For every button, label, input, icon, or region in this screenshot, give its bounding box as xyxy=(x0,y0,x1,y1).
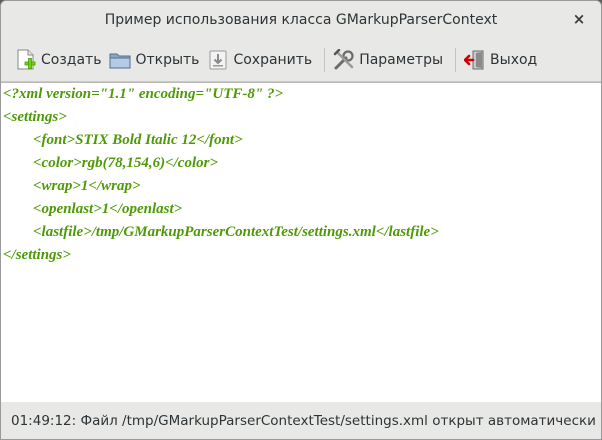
status-bar: 01:49:12: Файл /tmp/GMarkupParserContext… xyxy=(1,402,601,439)
code-line: <settings> xyxy=(3,109,67,125)
status-text: 01:49:12: Файл /tmp/GMarkupParserContext… xyxy=(11,412,596,429)
code-line: <font>STIX Bold Italic 12</font> xyxy=(33,132,243,148)
close-button[interactable]: × xyxy=(571,10,587,28)
title-bar[interactable]: Пример использования класса GMarkupParse… xyxy=(1,1,601,39)
exit-icon xyxy=(464,49,486,71)
exit-button[interactable]: Выход xyxy=(464,45,543,75)
toolbar: Создать Открыть Сохранить Параметры Выхо… xyxy=(1,39,601,82)
save-icon xyxy=(207,49,229,71)
toolbar-separator xyxy=(324,48,326,72)
code-line: <lastfile>/tmp/GMarkupParserContextTest/… xyxy=(33,224,439,240)
code-line: <wrap>1</wrap> xyxy=(33,178,141,194)
exit-label: Выход xyxy=(490,52,538,68)
settings-button[interactable]: Параметры xyxy=(333,45,449,75)
new-document-icon xyxy=(15,49,37,71)
code-line: <openlast>1</openlast> xyxy=(33,201,183,217)
create-label: Создать xyxy=(41,52,102,68)
save-label: Сохранить xyxy=(233,52,313,68)
app-window: Пример использования класса GMarkupParse… xyxy=(0,0,602,440)
code-line: </settings> xyxy=(3,247,71,263)
folder-icon xyxy=(109,49,131,71)
code-line: <color>rgb(78,154,6)</color> xyxy=(33,155,219,171)
close-icon: × xyxy=(572,10,586,28)
code-line: <?xml version="1.1" encoding="UTF-8" ?> xyxy=(3,86,283,102)
text-editor[interactable]: <?xml version="1.1" encoding="UTF-8" ?> … xyxy=(1,82,601,403)
tools-icon xyxy=(333,49,355,71)
save-button[interactable]: Сохранить xyxy=(207,45,318,75)
open-button[interactable]: Открыть xyxy=(109,45,205,75)
settings-label: Параметры xyxy=(359,52,444,68)
create-button[interactable]: Создать xyxy=(15,45,107,75)
open-label: Открыть xyxy=(135,52,200,68)
toolbar-separator xyxy=(455,48,457,72)
window-title: Пример использования класса GMarkupParse… xyxy=(104,12,498,28)
